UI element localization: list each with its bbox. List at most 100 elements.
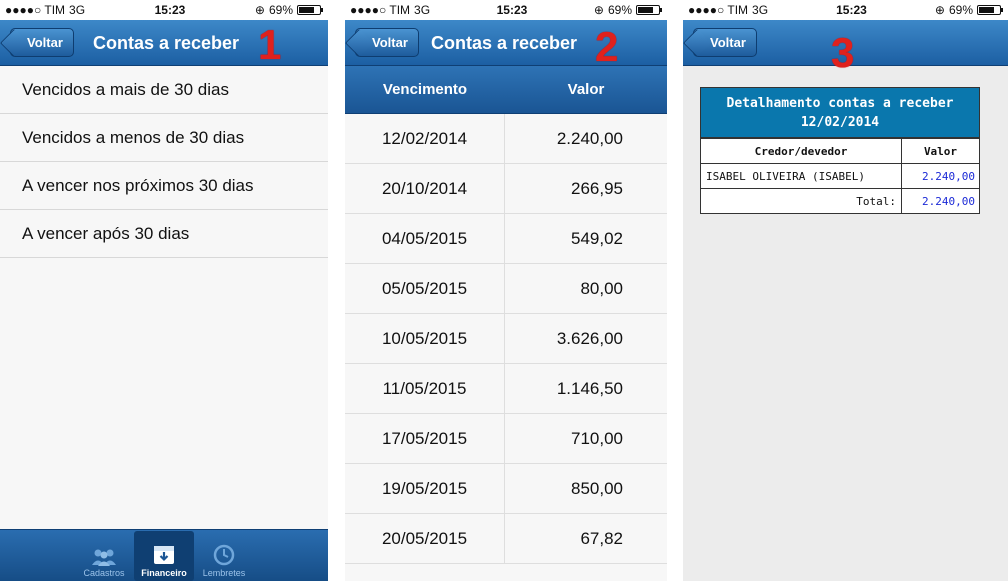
screen-menu: ●●●●○ TIM 3G 15:23 ⊕ 69% Voltar Contas a… [0,0,328,581]
network-label: 3G [414,3,431,17]
nav-bar: Voltar 3 [683,20,1008,74]
row-date: 19/05/2015 [345,464,505,513]
battery-label: 69% [607,3,632,17]
carrier-label: ●●●●○ TIM [688,3,749,17]
battery-label: 69% [948,3,973,17]
carrier-label: ●●●●○ TIM [350,3,411,17]
table-row[interactable]: 12/02/2014 2.240,00 [345,114,667,164]
nav-bar: Voltar Contas a receber 2 [345,20,667,70]
screen-list: ●●●●○ TIM 3G 15:23 ⊕ 69% Voltar Contas a… [345,0,667,581]
detail-date: 12/02/2014 [800,115,880,130]
network-label: 3G [752,3,769,17]
column-header-valor: Valor [567,81,605,98]
tab-financeiro[interactable]: Financeiro [134,531,194,581]
row-date: 20/10/2014 [345,164,505,213]
step-number: 2 [595,23,619,70]
row-value: 3.626,00 [556,328,623,348]
nav-bar: Voltar Contas a receber 1 [0,20,328,66]
status-bar: ●●●●○ TIM 3G 15:23 ⊕ 69% [683,0,1008,20]
back-button-label: Voltar [27,35,63,50]
row-date: 12/02/2014 [345,114,505,163]
clock-label: 15:23 [836,3,867,17]
back-button[interactable]: Voltar [355,28,419,57]
table-row[interactable]: 19/05/2015 850,00 [345,464,667,514]
table-row[interactable]: 05/05/2015 80,00 [345,264,667,314]
rotation-lock-icon: ⊕ [254,3,265,17]
status-bar: ●●●●○ TIM 3G 15:23 ⊕ 69% [345,0,667,20]
table-row[interactable]: 10/05/2015 3.626,00 [345,314,667,364]
battery-fill [979,7,995,13]
people-icon [92,549,116,566]
menu-item-overdue-less-30[interactable]: Vencidos a menos de 30 dias [0,114,328,162]
table-row[interactable]: 11/05/2015 1.146,50 [345,364,667,414]
back-button[interactable]: Voltar [693,28,757,57]
total-label: Total: [701,189,902,213]
row-date: 11/05/2015 [345,364,505,413]
tab-bar: Cadastros Financeiro Lembretes [0,529,328,581]
detail-column-headers: Credor/devedor Valor [701,138,979,163]
table-header: Vencimento Valor [345,66,667,114]
row-value: 67,82 [580,528,623,548]
table-body: 12/02/2014 2.240,00 20/10/2014 266,95 04/0… [345,114,667,564]
row-date: 20/05/2015 [345,514,505,563]
table-row[interactable]: 17/05/2015 710,00 [345,414,667,464]
tab-label: Financeiro [141,568,187,578]
carrier-label: ●●●●○ TIM [5,3,66,17]
table-row[interactable]: 20/05/2015 67,82 [345,514,667,564]
menu-item-overdue-more-30[interactable]: Vencidos a mais de 30 dias [0,66,328,114]
menu-item-due-next-30[interactable]: A vencer nos próximos 30 dias [0,162,328,210]
step-number: 1 [258,21,282,68]
row-value: 710,00 [571,428,623,448]
row-name: ISABEL OLIVEIRA (ISABEL) [701,164,902,188]
table-row: ISABEL OLIVEIRA (ISABEL) 2.240,00 [701,163,979,188]
row-value: 549,02 [571,228,623,248]
row-date: 17/05/2015 [345,414,505,463]
rotation-lock-icon: ⊕ [934,3,945,17]
detail-header: Detalhamento contas a receber 12/02/2014 [701,88,979,138]
table-row[interactable]: 04/05/2015 549,02 [345,214,667,264]
back-button[interactable]: Voltar [10,28,74,57]
clock-label: 15:23 [496,3,528,17]
total-value: 2.240,00 [922,194,975,208]
tab-cadastros[interactable]: Cadastros [74,531,134,581]
row-date: 04/05/2015 [345,214,505,263]
table-row[interactable]: 20/10/2014 266,95 [345,164,667,214]
detail-table: Detalhamento contas a receber 12/02/2014… [700,87,980,214]
clock-icon [213,544,235,566]
page-title: Contas a receber [93,33,240,53]
tab-label: Cadastros [83,568,125,578]
menu-item-due-after-30[interactable]: A vencer após 30 dias [0,210,328,258]
menu-list: Vencidos a mais de 30 dias Vencidos a me… [0,66,328,258]
status-bar: ●●●●○ TIM 3G 15:23 ⊕ 69% [0,0,328,20]
page-title: Contas a receber [431,33,578,53]
network-label: 3G [69,3,86,17]
row-value: 1.146,50 [556,378,623,398]
row-value: 850,00 [571,478,623,498]
battery-fill [299,7,315,13]
row-value: 2.240,00 [922,169,975,183]
column-header-credor: Credor/devedor [701,139,902,163]
row-value: 2.240,00 [556,128,623,148]
battery-icon [297,5,323,15]
detail-title: Detalhamento contas a receber [726,96,954,111]
back-button-label: Voltar [710,35,746,50]
row-date: 10/05/2015 [345,314,505,363]
tab-lembretes[interactable]: Lembretes [194,531,254,581]
tab-label: Lembretes [202,568,246,578]
screen-detail: ●●●●○ TIM 3G 15:23 ⊕ 69% Voltar 3 Detalh… [683,0,1008,581]
total-row: Total: 2.240,00 [701,188,979,213]
column-header-valor: Valor [923,144,958,158]
download-box-icon [154,546,174,564]
clock-label: 15:23 [154,3,186,17]
rotation-lock-icon: ⊕ [593,3,604,17]
battery-label: 69% [268,3,293,17]
column-header-vencimento: Vencimento [382,81,468,98]
row-value: 80,00 [580,278,623,298]
battery-icon [636,5,662,15]
battery-icon [977,5,1003,15]
row-date: 05/05/2015 [345,264,505,313]
step-number: 3 [831,29,855,76]
back-button-label: Voltar [372,35,408,50]
row-value: 266,95 [571,178,623,198]
battery-fill [638,7,654,13]
